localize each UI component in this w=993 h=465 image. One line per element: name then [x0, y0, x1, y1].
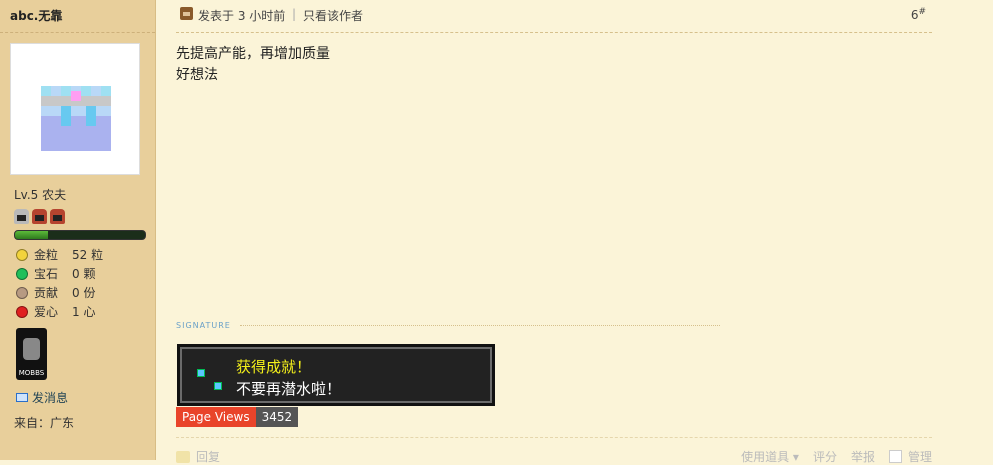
badge-row	[14, 209, 65, 224]
diamond-icon	[214, 382, 222, 390]
rate-link[interactable]: 评分	[813, 448, 837, 465]
post-header: 发表于 3 小时前 | 只看该作者 6#	[176, 0, 932, 33]
stat-value: 0 颗	[72, 267, 96, 281]
signature-label: SIGNATURE	[176, 321, 231, 330]
send-message-link[interactable]: 发消息	[16, 389, 68, 406]
user-sidebar: abc.无靠 Lv.5 农夫 金粒 52 粒 宝石 0 颗 贡献 0 份 爱心 …	[0, 0, 156, 460]
post-actions: 回复 使用道具 ▾ 评分 举报 管理	[176, 437, 932, 464]
iron-helmet-icon	[14, 209, 29, 224]
gold-nugget-icon	[16, 248, 28, 261]
gem-icon	[16, 267, 28, 280]
stat-label: 金粒	[34, 248, 59, 262]
heart-apple-icon	[16, 305, 28, 318]
page-views-label: Page Views	[176, 407, 256, 427]
use-item-label: 使用道具	[741, 450, 790, 464]
stat-gold: 金粒 52 粒	[16, 245, 103, 264]
manage-checkbox[interactable]	[888, 450, 902, 463]
send-message-label: 发消息	[32, 391, 69, 405]
achievement-banner: 获得成就！ 不要再潜水啦！	[177, 344, 495, 406]
post-line: 先提高产能，再增加质量	[176, 46, 330, 62]
page-views-badge: Page Views 3452	[176, 407, 299, 427]
stat-label: 宝石	[34, 267, 59, 281]
leather-helmet-icon	[32, 209, 47, 224]
stat-love: 爱心 1 心	[16, 302, 103, 321]
manage-label: 管理	[907, 450, 932, 464]
reply-icon	[176, 450, 190, 463]
username[interactable]: abc.无靠	[10, 7, 62, 24]
achievement-text: 不要再潜水啦！	[236, 380, 342, 398]
report-link[interactable]: 举报	[851, 448, 875, 465]
only-author-link[interactable]: 只看该作者	[303, 7, 363, 24]
mail-icon	[16, 393, 28, 402]
chevron-down-icon: ▾	[792, 450, 799, 464]
medal-label: MOBBS	[18, 369, 45, 377]
action-links: 使用道具 ▾ 评分 举报 管理	[741, 448, 932, 465]
user-level: Lv.5 农夫	[14, 188, 67, 202]
stat-contribution: 贡献 0 份	[16, 283, 103, 302]
author-face-icon	[180, 7, 193, 20]
mobbs-medal[interactable]: MOBBS	[16, 328, 47, 380]
floor-number[interactable]: 6#	[911, 7, 926, 22]
manage-control[interactable]: 管理	[888, 448, 932, 465]
header-divider: |	[292, 7, 297, 21]
experience-bar	[14, 230, 146, 240]
reply-button[interactable]: 回复	[176, 448, 220, 465]
user-stats: 金粒 52 粒 宝石 0 颗 贡献 0 份 爱心 1 心	[16, 245, 103, 321]
post-content: 先提高产能，再增加质量 好想法	[176, 44, 330, 86]
floor-mark: #	[918, 7, 926, 17]
stat-value: 52 粒	[72, 248, 104, 262]
posted-time: 发表于 3 小时前	[198, 9, 286, 23]
stat-value: 1 心	[72, 305, 96, 319]
stat-label: 爱心	[34, 305, 59, 319]
post-line: 好想法	[176, 67, 218, 83]
experience-fill	[15, 231, 48, 239]
contribution-icon	[16, 286, 28, 299]
stat-gem: 宝石 0 颗	[16, 264, 103, 283]
signature-divider	[240, 325, 720, 326]
leather-helmet-icon	[50, 209, 65, 224]
avatar[interactable]	[10, 43, 140, 175]
achievement-title: 获得成就！	[236, 358, 312, 376]
page-views-count: 3452	[255, 407, 299, 427]
use-item-menu[interactable]: 使用道具 ▾	[741, 448, 799, 465]
stat-label: 贡献	[34, 286, 59, 300]
pixel-avatar-icon	[41, 86, 111, 151]
diamond-icon	[197, 369, 205, 377]
user-origin: 来自：广东	[14, 416, 75, 430]
rock-icon	[23, 338, 40, 360]
stat-value: 0 份	[72, 286, 96, 300]
sidebar-divider	[0, 32, 155, 33]
reply-label: 回复	[196, 450, 221, 464]
